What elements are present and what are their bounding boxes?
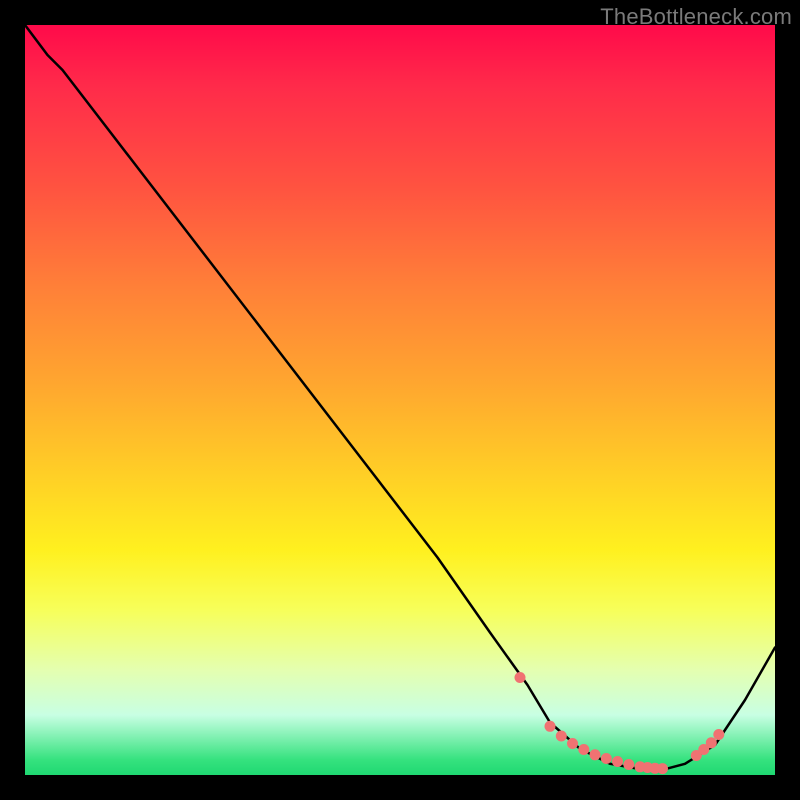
- chart-container: TheBottleneck.com: [0, 0, 800, 800]
- watermark-text: TheBottleneck.com: [600, 4, 792, 30]
- scatter-dots: [515, 672, 725, 774]
- curve-line: [25, 25, 775, 770]
- plot-area: [25, 25, 775, 775]
- chart-svg: [25, 25, 775, 775]
